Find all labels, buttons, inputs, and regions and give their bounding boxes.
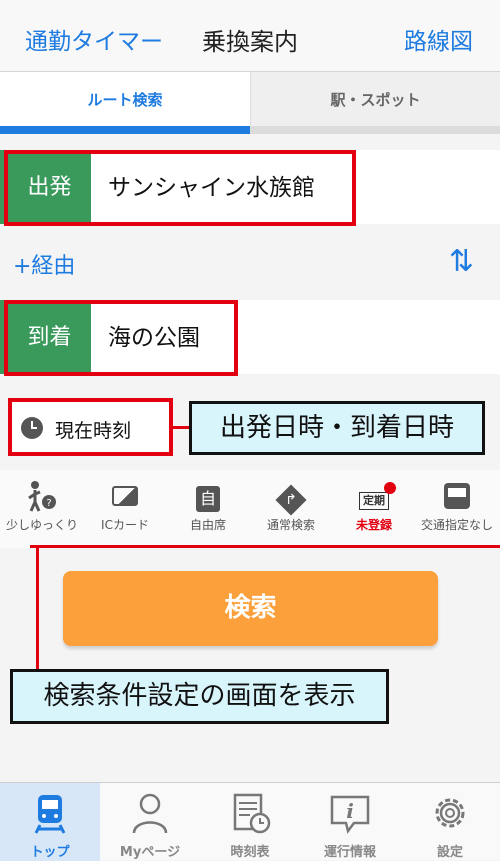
tab-mypage[interactable]: Myページ	[100, 789, 200, 860]
option-fare-type[interactable]: ICカード	[83, 480, 167, 533]
tab-timetable-label: 時刻表	[230, 845, 270, 860]
notification-badge	[384, 482, 396, 494]
option-walking-speed[interactable]: ? 少しゆっくり	[0, 480, 84, 533]
tab-route-search[interactable]: ルート検索	[0, 72, 250, 134]
add-via-button[interactable]: +経由	[13, 248, 75, 280]
option-search-mode-label: 通常検索	[266, 518, 315, 532]
bottom-tab-bar: トップ Myページ 時刻表 i 運行情報 設定	[0, 782, 500, 861]
tab-settings[interactable]: 設定	[400, 789, 500, 860]
search-button[interactable]: 検索	[63, 571, 438, 646]
search-tabs: ルート検索 駅・スポット	[0, 72, 500, 134]
datetime-button[interactable]: 現在時刻	[8, 398, 173, 456]
tab-mypage-label: Myページ	[119, 845, 181, 860]
svg-text:i: i	[346, 799, 354, 823]
tab-service-info[interactable]: i 運行情報	[300, 789, 400, 860]
seat-icon: 自	[196, 486, 220, 512]
option-transport-mode-label: 交通指定なし	[420, 518, 493, 532]
tab-station-spot-label: 駅・スポット	[330, 91, 421, 109]
arrival-row[interactable]: 到着 海の公園	[0, 300, 500, 376]
option-walking-speed-label: 少しゆっくり	[5, 518, 78, 532]
option-commuter-pass-label: 未登録	[355, 518, 392, 532]
departure-station-name[interactable]: サンシャイン水族館	[108, 154, 315, 222]
tab-station-spot[interactable]: 駅・スポット	[250, 72, 500, 134]
option-fare-type-label: ICカード	[101, 518, 149, 532]
arrival-highlight-box[interactable]: 到着 海の公園	[4, 300, 238, 376]
option-seat-type-label: 自由席	[189, 518, 226, 532]
callout-connector	[173, 426, 189, 429]
option-seat-type[interactable]: 自 自由席	[166, 480, 250, 533]
clock-icon	[21, 417, 43, 439]
options-callout-connector	[36, 545, 39, 670]
search-options-bar: ? 少しゆっくり ICカード 自 自由席 ↱ 通常検索 定期 未登録 交通指定な…	[0, 470, 500, 548]
route-diamond-glyph: ↱	[285, 492, 297, 508]
tab-timetable[interactable]: 時刻表	[200, 789, 300, 860]
tab-route-search-label: ルート検索	[87, 91, 163, 109]
gear-icon	[400, 789, 500, 837]
departure-row[interactable]: 出発 サンシャイン水族館	[0, 150, 500, 226]
datetime-label: 現在時刻	[55, 420, 132, 442]
tab-top-label: トップ	[30, 845, 70, 860]
datetime-callout: 出発日時・到着日時	[189, 401, 485, 455]
bus-icon	[444, 483, 470, 509]
commuter-pass-glyph: 定期	[359, 492, 389, 510]
route-diamond-icon: ↱	[275, 484, 307, 516]
arrival-tag: 到着	[8, 304, 91, 372]
swap-icon[interactable]: ⇅	[449, 244, 474, 279]
ic-card-icon	[112, 486, 138, 506]
options-highlight-line	[30, 545, 500, 548]
tab-top[interactable]: トップ	[0, 789, 100, 860]
navigation-bar: 通勤タイマー 乗換案内 路線図	[0, 0, 500, 72]
departure-highlight-box[interactable]: 出発 サンシャイン水族館	[4, 150, 356, 226]
info-icon: i	[300, 789, 400, 837]
inactive-tab-indicator	[251, 126, 500, 134]
active-tab-indicator	[0, 126, 250, 134]
commuter-pass-icon: 定期	[332, 480, 416, 512]
person-icon	[100, 789, 200, 837]
timetable-icon	[200, 789, 300, 837]
option-transport-mode[interactable]: 交通指定なし	[415, 480, 499, 533]
arrival-station-name[interactable]: 海の公園	[108, 304, 200, 372]
walker-icon: ?	[0, 480, 84, 512]
tab-settings-label: 設定	[436, 845, 463, 860]
departure-tag: 出発	[8, 154, 91, 222]
route-map-link[interactable]: 路線図	[404, 22, 473, 56]
option-commuter-pass[interactable]: 定期 未登録	[332, 480, 416, 533]
svg-text:?: ?	[46, 498, 51, 509]
tab-service-info-label: 運行情報	[323, 845, 376, 860]
option-search-mode[interactable]: ↱ 通常検索	[249, 480, 333, 533]
options-callout: 検索条件設定の画面を表示	[10, 669, 389, 724]
train-icon	[0, 789, 100, 837]
